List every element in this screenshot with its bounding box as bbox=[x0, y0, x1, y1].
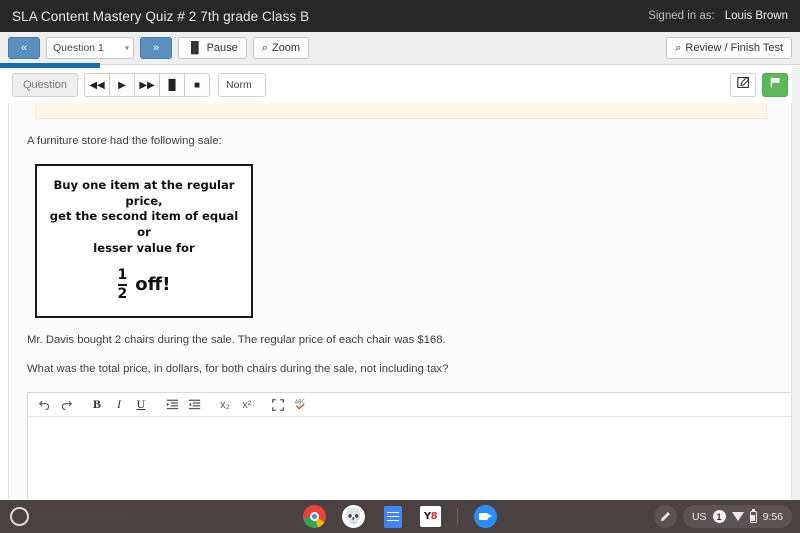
sale-line-2: get the second item of equal or bbox=[49, 209, 239, 239]
sale-line-1: Buy one item at the regular price, bbox=[53, 177, 235, 208]
sale-advertisement-image: Buy one item at the regular price, get t… bbox=[35, 163, 253, 318]
editor-toolbar: B I U x₂ x² ABC bbox=[28, 393, 791, 418]
sale-discount-row: 1 2 off! bbox=[45, 268, 243, 301]
media-question-label: Question bbox=[12, 73, 79, 97]
question-body: A furniture store had the following sale… bbox=[9, 119, 791, 499]
taskbar: · · · · · · · · · · · · · · · 💀 Y8 US 1 bbox=[0, 500, 800, 533]
signed-in-label: Signed in as: bbox=[648, 10, 715, 22]
pause-icon-media: ▐▌ bbox=[164, 79, 180, 91]
stylus-icon[interactable] bbox=[653, 505, 677, 528]
outdent-icon[interactable] bbox=[184, 395, 204, 414]
wifi-icon bbox=[731, 512, 744, 521]
bold-icon[interactable]: B bbox=[87, 395, 107, 414]
flag-question-button[interactable] bbox=[762, 73, 788, 97]
stop-icon: ■ bbox=[194, 79, 201, 91]
media-transport-group: ◀◀ ▶ ▶▶ ▐▌ ■ bbox=[84, 73, 211, 97]
media-player-wrap: Question ◀◀ ▶ ▶▶ ▐▌ ■ Norm bbox=[0, 65, 800, 103]
fraction-one-half: 1 2 bbox=[117, 267, 128, 302]
spellcheck-icon[interactable]: ABC bbox=[290, 395, 310, 414]
keyboard-layout-label: US bbox=[691, 510, 707, 523]
app-header: SLA Content Mastery Quiz # 2 7th grade C… bbox=[0, 0, 800, 32]
fraction-numerator: 1 bbox=[117, 267, 128, 284]
y8-text-8: 8 bbox=[430, 511, 438, 522]
playback-speed-wrap: Norm bbox=[210, 73, 267, 97]
signed-in-block: Signed in as: Louis Brown bbox=[648, 10, 788, 22]
question-intro: A furniture store had the following sale… bbox=[27, 135, 222, 147]
system-tray: US 1 9:56 bbox=[653, 505, 792, 528]
status-tray[interactable]: US 1 9:56 bbox=[682, 505, 792, 528]
zoom-button[interactable]: ⌕ Zoom bbox=[252, 37, 310, 59]
review-finish-test-button[interactable]: ⌕ Review / Finish Test bbox=[666, 37, 792, 59]
sale-off-text: off! bbox=[135, 274, 171, 296]
media-player-bar: Question ◀◀ ▶ ▶▶ ▐▌ ■ Norm bbox=[12, 73, 788, 97]
user-name: Louis Brown bbox=[724, 10, 788, 22]
media-pause-button[interactable]: ▐▌ bbox=[159, 73, 186, 97]
battery-icon bbox=[749, 508, 757, 523]
pause-icon: ▐▌ bbox=[187, 41, 203, 54]
subscript-icon[interactable]: x₂ bbox=[215, 395, 235, 414]
progress-bar-fill bbox=[0, 63, 100, 68]
play-icon: ▶ bbox=[118, 79, 126, 91]
question-content-panel: A furniture store had the following sale… bbox=[8, 103, 792, 499]
quiz-toolbar: « Question 1 ▾ » ▐▌ Pause ⌕ Zoom ⌕ Revie… bbox=[0, 32, 800, 68]
notice-banner bbox=[35, 103, 767, 119]
search-icon: ⌕ bbox=[261, 41, 268, 54]
answer-editor: B I U x₂ x² ABC bbox=[27, 392, 791, 499]
chevron-double-left-icon: « bbox=[20, 41, 28, 54]
question-statement: Mr. Davis bought 2 chairs during the sal… bbox=[27, 333, 446, 346]
chromebook-screen: SLA Content Mastery Quiz # 2 7th grade C… bbox=[0, 0, 800, 533]
playback-speed-select[interactable]: Norm bbox=[218, 73, 267, 97]
chrome-icon[interactable] bbox=[303, 505, 326, 528]
media-play-button[interactable]: ▶ bbox=[109, 73, 136, 97]
pause-label: Pause bbox=[206, 41, 238, 54]
question-select-wrap: Question 1 ▾ bbox=[46, 37, 134, 59]
search-icon-review: ⌕ bbox=[675, 41, 682, 54]
media-forward-button[interactable]: ▶▶ bbox=[134, 73, 161, 97]
y8-games-icon[interactable]: Y8 bbox=[420, 506, 441, 527]
page-scrollbar[interactable] bbox=[792, 66, 800, 500]
sale-line-3: lesser value for bbox=[93, 240, 195, 255]
chrome-icon-center bbox=[310, 512, 319, 521]
superscript-icon[interactable]: x² bbox=[237, 395, 257, 414]
clock-label: 9:56 bbox=[762, 510, 783, 523]
fraction-denominator: 2 bbox=[117, 283, 128, 302]
question-prompt: What was the total price, in dollars, fo… bbox=[27, 363, 449, 376]
italic-icon[interactable]: I bbox=[109, 395, 129, 414]
notes-button[interactable] bbox=[730, 73, 756, 97]
fast-forward-icon: ▶▶ bbox=[139, 79, 155, 91]
indent-icon[interactable] bbox=[162, 395, 182, 414]
rewind-icon: ◀◀ bbox=[89, 79, 105, 91]
progress-bar bbox=[0, 63, 800, 68]
question-select[interactable]: Question 1 bbox=[46, 37, 134, 59]
taskbar-separator bbox=[457, 507, 458, 526]
media-rewind-button[interactable]: ◀◀ bbox=[84, 73, 111, 97]
notification-badge: 1 bbox=[712, 510, 726, 523]
fullscreen-icon[interactable] bbox=[268, 395, 288, 414]
skull-icon[interactable]: 💀 bbox=[342, 505, 365, 528]
media-stop-button[interactable]: ■ bbox=[184, 73, 211, 97]
previous-question-button[interactable]: « bbox=[8, 37, 40, 59]
answer-input[interactable] bbox=[28, 417, 791, 499]
redo-icon[interactable] bbox=[56, 395, 76, 414]
zoom-label: Zoom bbox=[271, 41, 301, 54]
underline-icon[interactable]: U bbox=[131, 395, 151, 414]
flag-icon bbox=[769, 76, 782, 94]
chevron-double-right-icon: » bbox=[152, 41, 160, 54]
pencil-square-icon bbox=[736, 76, 750, 94]
zoom-app-icon[interactable] bbox=[474, 505, 497, 528]
y8-text-y: Y bbox=[423, 511, 431, 522]
undo-icon[interactable] bbox=[34, 395, 54, 414]
google-docs-glyph bbox=[383, 505, 402, 528]
next-question-button[interactable]: » bbox=[140, 37, 172, 59]
google-docs-icon[interactable] bbox=[381, 505, 404, 528]
review-finish-label: Review / Finish Test bbox=[685, 41, 783, 54]
page-title: SLA Content Mastery Quiz # 2 7th grade C… bbox=[12, 8, 310, 24]
pause-button[interactable]: ▐▌ Pause bbox=[178, 37, 247, 59]
